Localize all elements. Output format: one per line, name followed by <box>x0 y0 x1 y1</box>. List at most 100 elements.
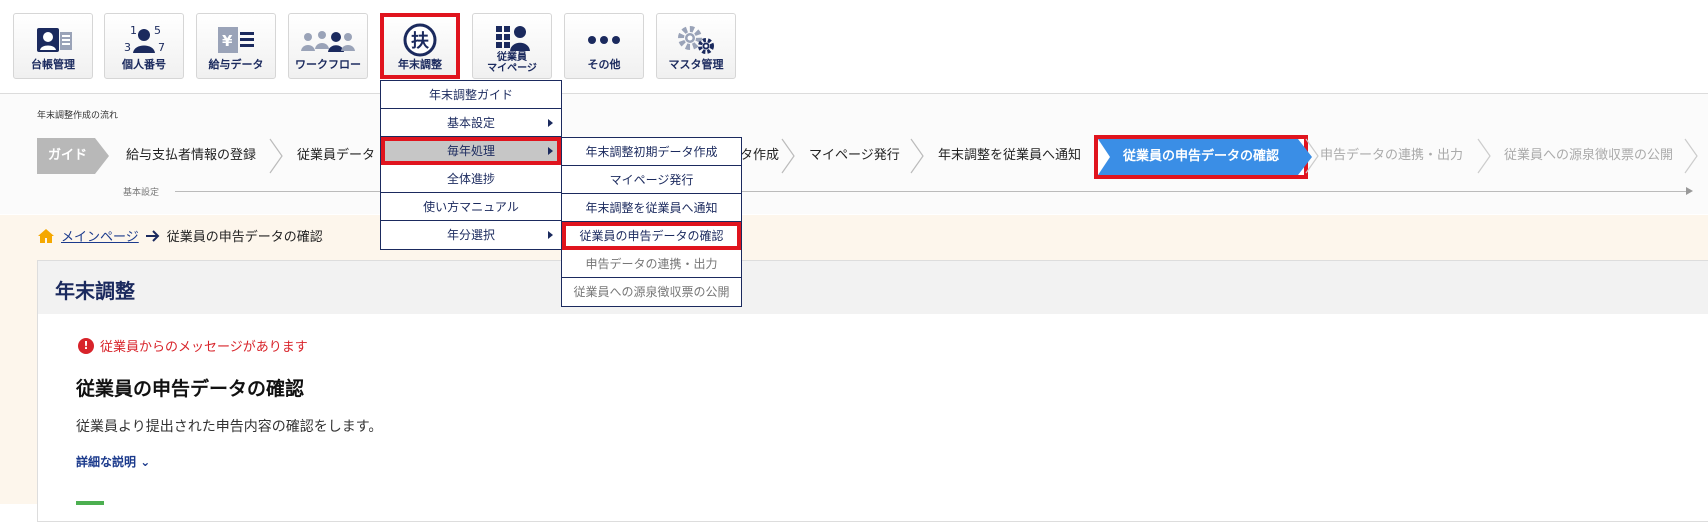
basic-settings-caption: 基本設定 <box>123 188 160 198</box>
submenu-item-data-export[interactable]: 申告データの連携・出力 <box>562 250 741 278</box>
chevron-down-icon: ⌄ <box>140 455 151 469</box>
nav-year-end-adjustment-button[interactable]: 扶 年末調整 <box>380 13 460 79</box>
nav-master-settings-button[interactable]: マスタ管理 <box>656 13 736 79</box>
nav-label: 個人番号 <box>122 58 166 71</box>
submenu-arrow-icon <box>548 119 553 127</box>
svg-text:¥: ¥ <box>222 32 233 50</box>
flow-step-notify-employees[interactable]: 年末調整を従業員へ通知 <box>938 138 1081 174</box>
submenu-item-publish-withholding[interactable]: 従業員への源泉徴収票の公開 <box>562 278 741 306</box>
menu-item-label: 使い方マニュアル <box>423 200 519 214</box>
menu-item-label: 基本設定 <box>446 116 495 130</box>
menu-item-label: 全体進捗 <box>446 172 495 186</box>
menu-item-manual[interactable]: 使い方マニュアル <box>381 193 561 221</box>
flow-chevron-icon <box>781 138 795 174</box>
submenu-item-notify-employees[interactable]: 年末調整を従業員へ通知 <box>562 194 741 222</box>
section-description: 従業員より提出された申告内容の確認をします。 <box>76 419 383 435</box>
nav-label: 給与データ <box>208 58 264 71</box>
menu-item-overall-progress[interactable]: 全体進捗 <box>381 165 561 193</box>
nav-label: マスタ管理 <box>668 58 724 71</box>
details-toggle-link[interactable]: 詳細な説明 ⌄ <box>76 453 150 470</box>
menu-item-basic-settings[interactable]: 基本設定 <box>381 109 561 137</box>
nav-workflow-button[interactable]: ワークフロー <box>288 13 368 79</box>
submenu-item-initial-data[interactable]: 年末調整初期データ作成 <box>562 138 741 166</box>
employee-message-alert[interactable]: ! 従業員からのメッセージがあります <box>78 336 308 355</box>
menu-item-label: 年分選択 <box>446 228 495 242</box>
nav-label: その他 <box>587 58 621 71</box>
arrow-right-icon <box>1686 187 1693 195</box>
submenu-item-label: 従業員の申告データの確認 <box>579 229 724 243</box>
submenu-item-mypage-issue[interactable]: マイページ発行 <box>562 166 741 194</box>
flow-step-label: タ作成 <box>740 148 780 163</box>
arrow-right-icon <box>145 229 160 242</box>
menu-item-year-select[interactable]: 年分選択 <box>381 221 561 249</box>
nav-personal-number-button[interactable]: 1537 個人番号 <box>104 13 184 79</box>
personal-number-icon: 1537 <box>105 22 183 58</box>
submenu-arrow-icon <box>548 147 553 155</box>
flow-step-label: 申告データの連携・出力 <box>1320 148 1464 163</box>
breadcrumb-current: 従業員の申告データの確認 <box>166 230 323 245</box>
flow-step-payer-registration[interactable]: 給与支払者情報の登録 <box>126 138 256 174</box>
flow-step-current[interactable]: 従業員の申告データの確認 <box>1094 135 1312 179</box>
svg-text:1: 1 <box>130 24 137 37</box>
flow-chevron-icon <box>269 138 283 174</box>
submenu-item-label: 申告データの連携・出力 <box>585 257 718 271</box>
nav-label: ワークフロー <box>295 58 361 71</box>
year-end-glyph: 扶 <box>411 30 430 52</box>
annual-processing-submenu: 年末調整初期データ作成 マイページ発行 年末調整を従業員へ通知 従業員の申告デー… <box>561 137 742 307</box>
panel-header: 年末調整 <box>38 261 1708 314</box>
nav-more-button[interactable]: その他 <box>564 13 644 79</box>
menu-item-annual-processing[interactable]: 毎年処理 <box>381 137 561 165</box>
nav-ledger-button[interactable]: 台帳管理 <box>13 13 93 79</box>
svg-text:5: 5 <box>154 24 161 37</box>
menu-item-guide[interactable]: 年末調整ガイド <box>381 81 561 109</box>
year-end-adjustment-icon: 扶 <box>384 22 456 58</box>
submenu-item-check-declarations[interactable]: 従業員の申告データの確認 <box>562 222 741 250</box>
flow-step-current-label: 従業員の申告データの確認 <box>1098 139 1312 175</box>
details-toggle-label: 詳細な説明 <box>76 455 137 469</box>
flow-chevron-icon <box>1305 138 1319 174</box>
flow-step-label: マイページ発行 <box>809 148 900 163</box>
breadcrumb-home-link[interactable]: メインページ <box>61 226 139 245</box>
nav-label: 従業員 マイページ <box>487 52 537 74</box>
flow-step-employee-data[interactable]: 従業員データ <box>297 138 375 174</box>
svg-text:3: 3 <box>124 41 131 54</box>
flow-step-publish-withholding[interactable]: 従業員への源泉徴収票の公開 <box>1504 138 1673 174</box>
section-heading: 従業員の申告データの確認 <box>76 378 305 400</box>
flow-step-label: 年末調整を従業員へ通知 <box>938 148 1082 163</box>
panel-title: 年末調整 <box>55 279 135 303</box>
nav-salary-data-button[interactable]: ¥ 給与データ <box>196 13 276 79</box>
nav-label: 年末調整 <box>398 58 442 71</box>
flow-step-data-export[interactable]: 申告データの連携・出力 <box>1320 138 1463 174</box>
alert-text: 従業員からのメッセージがあります <box>100 340 308 355</box>
submenu-item-label: 従業員への源泉徴収票の公開 <box>573 285 730 299</box>
nav-label: 台帳管理 <box>31 58 75 71</box>
submenu-arrow-icon <box>548 231 553 239</box>
submenu-item-label: 年末調整を従業員へ通知 <box>585 201 718 215</box>
menu-item-label: 毎年処理 <box>446 144 495 158</box>
flow-chevron-icon <box>910 138 924 174</box>
ledger-icon <box>14 22 92 58</box>
nav-employee-mypage-button[interactable]: 従業員 マイページ <box>472 13 552 79</box>
year-end-dropdown-menu: 年末調整ガイド 基本設定 毎年処理 全体進捗 使い方マニュアル 年分選択 <box>380 80 562 250</box>
master-settings-icon <box>657 22 735 58</box>
employee-mypage-icon <box>473 20 551 56</box>
flow-step-label: 従業員への源泉徴収票の公開 <box>1504 148 1674 163</box>
salary-data-icon: ¥ <box>197 22 275 58</box>
flow-chevron-icon <box>1684 138 1698 174</box>
more-icon <box>565 22 643 58</box>
status-indicator <box>76 501 104 505</box>
submenu-item-label: マイページ発行 <box>609 173 694 187</box>
guide-step[interactable]: ガイド <box>37 138 109 174</box>
flow-chevron-icon <box>1477 138 1491 174</box>
flow-step-mypage-issue[interactable]: マイページ発行 <box>809 138 900 174</box>
flow-step-initial-data-creation[interactable]: タ作成 <box>740 138 779 174</box>
error-icon: ! <box>78 337 94 354</box>
breadcrumb: メインページ 従業員の申告データの確認 <box>37 226 323 245</box>
submenu-item-label: 年末調整初期データ作成 <box>585 145 718 159</box>
home-icon[interactable] <box>37 228 55 244</box>
flow-step-label: 従業員データ <box>297 148 376 163</box>
main-panel: 年末調整 ! 従業員からのメッセージがあります 従業員の申告データの確認 従業員… <box>37 260 1708 522</box>
top-navigation-bar: 台帳管理 1537 個人番号 ¥ 給与データ ワークフロー 扶 年末調整 従業員… <box>0 0 1708 94</box>
svg-text:7: 7 <box>158 41 165 54</box>
menu-item-label: 年末調整ガイド <box>428 88 513 102</box>
